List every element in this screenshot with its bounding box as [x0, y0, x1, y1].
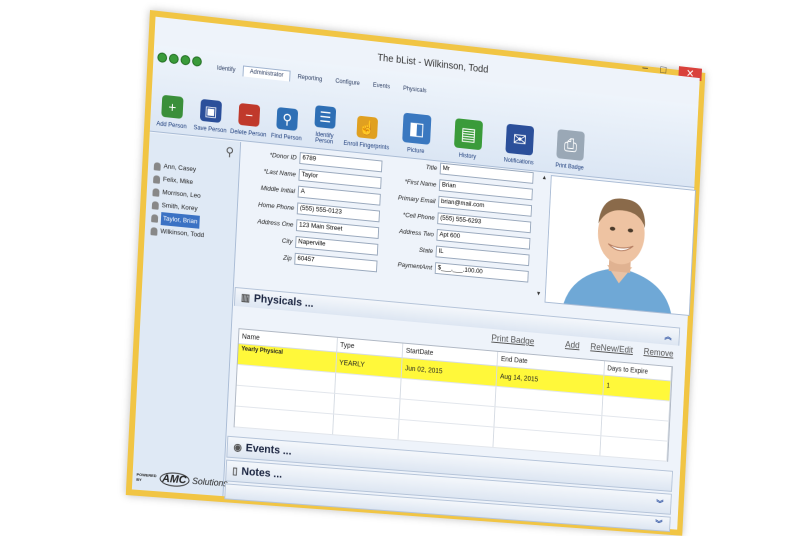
- delete-person-label: Delete Person: [229, 128, 267, 139]
- search-icon[interactable]: ⚲: [225, 144, 234, 159]
- events-icon: ◉: [233, 441, 243, 454]
- save-person-icon: ▣: [199, 98, 223, 123]
- picture-icon: ◧: [402, 112, 432, 145]
- enroll-fingerprints-button[interactable]: ☝ Enroll Fingerprints: [343, 90, 393, 152]
- person-icon: [151, 213, 159, 223]
- person-icon: [151, 200, 159, 210]
- brand-logo: POWERED BY AMC Solutions: [136, 471, 228, 489]
- history-icon: ▤: [453, 118, 484, 151]
- picture-label: Picture: [406, 147, 425, 156]
- events-title: Events ...: [245, 442, 292, 458]
- notifications-icon: ✉: [505, 123, 535, 156]
- delete-person-icon: −: [238, 102, 261, 127]
- enroll-fingerprints-label: Enroll Fingerprints: [343, 140, 390, 152]
- print-badge-link[interactable]: Print Badge: [491, 333, 534, 346]
- expand-icon[interactable]: ︾: [656, 498, 664, 509]
- notifications-label: Notifications: [503, 157, 534, 167]
- add-person-button[interactable]: + Add Person: [152, 69, 194, 131]
- stage: – □ ✕ The bList - Wilkinson, Todd Identi…: [0, 0, 786, 536]
- person-icon: [152, 187, 160, 197]
- fingerprint-icon: ☝: [356, 115, 379, 140]
- tab-events[interactable]: Events: [367, 80, 396, 93]
- person-list: Ann, Casey Felix, Mike Morrison, Leo Smi…: [150, 159, 207, 242]
- find-person-label: Find Person: [270, 133, 302, 143]
- picture-button[interactable]: ◧ Picture: [390, 95, 445, 157]
- add-person-icon: +: [161, 94, 184, 119]
- quick-access-icon[interactable]: [157, 49, 204, 72]
- notes-icon: ▯: [232, 465, 238, 477]
- add-person-label: Add Person: [156, 121, 187, 131]
- tab-identify[interactable]: Identify: [211, 63, 242, 76]
- find-person-icon: ⚲: [276, 107, 299, 131]
- identify-person-icon: ☰: [314, 105, 337, 129]
- delete-person-button[interactable]: − Delete Person: [229, 77, 270, 139]
- person-photo-image: [545, 176, 696, 315]
- middle-initial-field[interactable]: A: [297, 185, 381, 206]
- print-badge-button[interactable]: ⎙ Print Badge: [544, 111, 597, 172]
- renew-edit-link[interactable]: ReNew/Edit: [590, 342, 633, 355]
- notes-title: Notes ...: [241, 465, 283, 481]
- address-one-field[interactable]: 123 Main Street: [295, 219, 380, 240]
- zip-field[interactable]: 60457: [294, 252, 378, 273]
- person-icon: [153, 161, 161, 171]
- expand-icon[interactable]: ︾: [655, 518, 663, 529]
- window-body: The bList - Wilkinson, Todd Identify Adm…: [131, 16, 700, 532]
- physicals-title: Physicals ...: [253, 292, 314, 310]
- history-label: History: [458, 152, 477, 161]
- history-button[interactable]: ▤ History: [441, 100, 495, 162]
- save-person-button[interactable]: ▣ Save Person: [191, 73, 232, 135]
- scroll-up-icon[interactable]: ▲: [542, 175, 550, 182]
- physicals-icon: ▥: [240, 292, 251, 304]
- identify-person-label: Identify Person: [314, 131, 334, 146]
- find-person-button[interactable]: ⚲ Find Person: [267, 81, 308, 142]
- remove-link[interactable]: Remove: [643, 346, 673, 358]
- add-link[interactable]: Add: [565, 339, 580, 350]
- person-icon: [150, 226, 158, 236]
- person-list-pane: ⚲ Ann, Casey Felix, Mike Morrison, Leo S…: [131, 132, 242, 497]
- print-badge-icon: ⎙: [556, 129, 585, 161]
- scroll-down-icon[interactable]: ▼: [536, 291, 542, 297]
- app-window: – □ ✕ The bList - Wilkinson, Todd Identi…: [125, 10, 706, 536]
- notifications-button[interactable]: ✉ Notifications: [493, 106, 547, 168]
- save-person-label: Save Person: [193, 125, 227, 135]
- home-phone-field[interactable]: (555) 555-0123: [296, 202, 381, 223]
- amc-logo-icon: AMC: [158, 471, 190, 488]
- city-field[interactable]: Naperville: [295, 235, 379, 256]
- identify-person-button[interactable]: ☰ Identify Person: [305, 85, 346, 146]
- print-badge-label: Print Badge: [555, 162, 584, 172]
- person-photo: [544, 175, 696, 316]
- collapse-icon[interactable]: ︽: [664, 331, 672, 342]
- payment-amt-field[interactable]: $___,___.100.00: [434, 262, 529, 283]
- person-icon: [153, 174, 161, 184]
